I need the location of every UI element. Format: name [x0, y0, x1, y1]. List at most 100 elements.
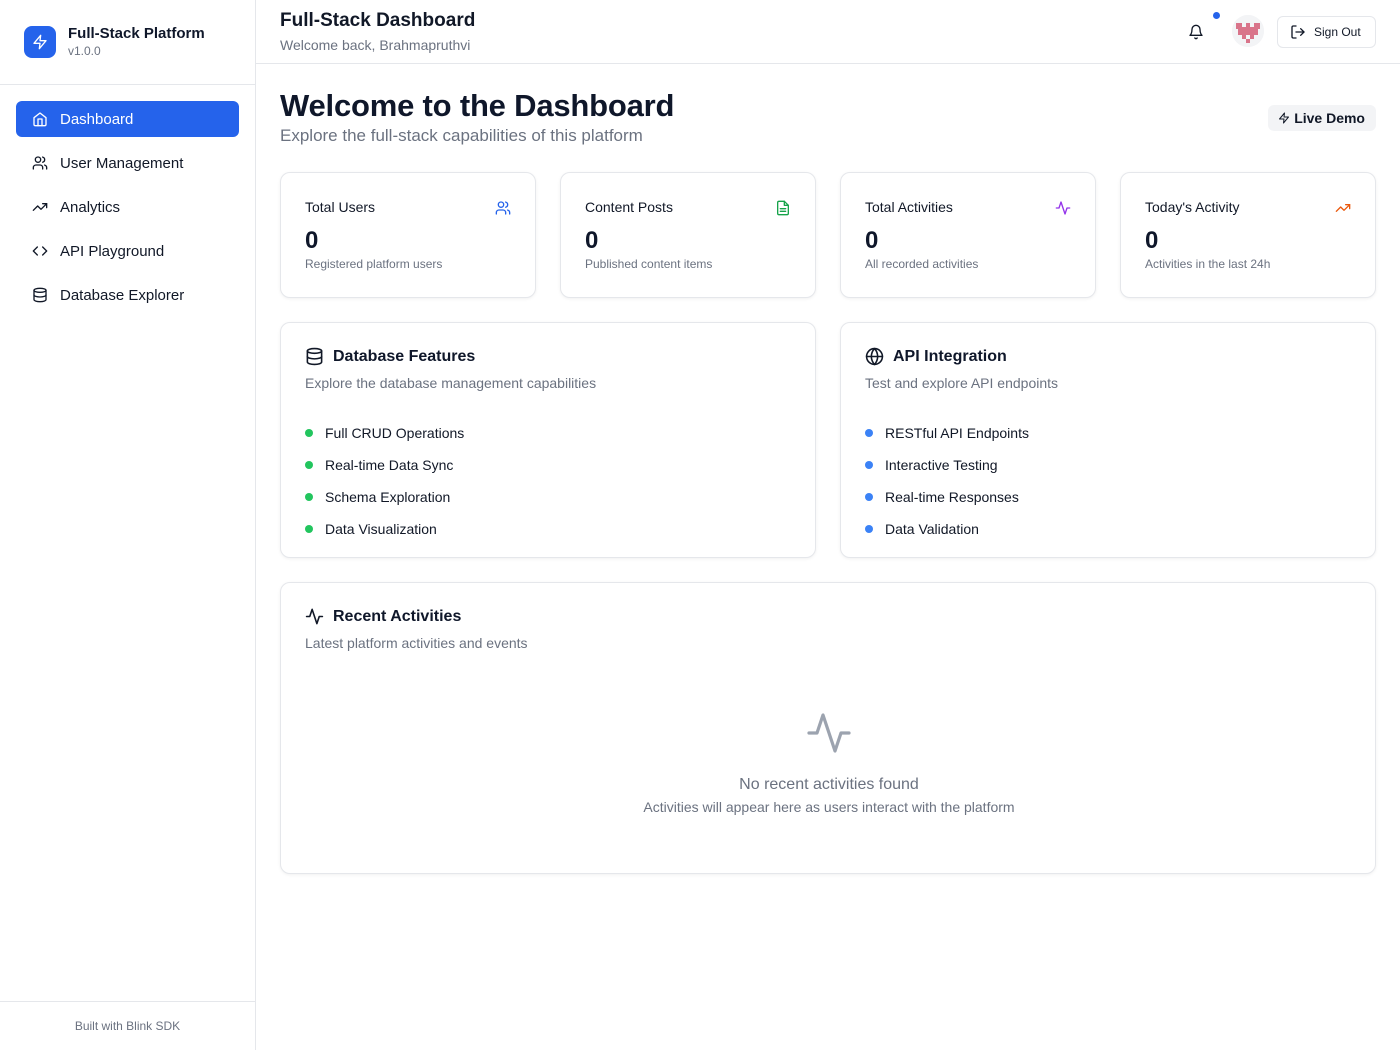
- bell-icon[interactable]: [1186, 22, 1206, 42]
- sidebar-nav: Dashboard User Management Analytics API …: [0, 85, 255, 337]
- globe-icon: [865, 347, 893, 366]
- stat-value: 0: [305, 227, 319, 254]
- activity-icon: [305, 607, 333, 626]
- bullet-dot: [305, 461, 313, 469]
- list-item-label: RESTful API Endpoints: [885, 425, 1029, 441]
- card-title: Recent Activities: [333, 607, 462, 625]
- sidebar-item-label: Dashboard: [60, 110, 134, 128]
- home-icon: [32, 111, 48, 127]
- activity-icon: [805, 709, 853, 757]
- empty-state-title: No recent activities found: [739, 776, 919, 793]
- database-icon: [32, 287, 48, 303]
- stat-description: Registered platform users: [305, 257, 443, 271]
- file-text-icon: [775, 200, 791, 216]
- feature-list: RESTful API Endpoints Interactive Testin…: [865, 417, 1029, 545]
- bullet-dot: [305, 429, 313, 437]
- brand-name: Full-Stack Platform: [68, 25, 205, 42]
- list-item-label: Data Validation: [885, 521, 979, 537]
- bullet-dot: [305, 525, 313, 533]
- bullet-dot: [865, 429, 873, 437]
- page-subtitle: Explore the full-stack capabilities of t…: [280, 126, 643, 145]
- stat-description: Published content items: [585, 257, 713, 271]
- users-icon: [32, 155, 48, 171]
- sidebar-item-label: API Playground: [60, 242, 165, 260]
- sidebar-item-dashboard[interactable]: Dashboard: [16, 101, 239, 137]
- sidebar-item-user-management[interactable]: User Management: [16, 145, 239, 181]
- live-demo-badge: Live Demo: [1268, 105, 1376, 131]
- bullet-dot: [865, 493, 873, 501]
- zap-icon: [1278, 112, 1294, 124]
- trending-up-icon: [1335, 200, 1351, 216]
- bullet-dot: [865, 525, 873, 533]
- card-header: Database Features: [305, 347, 475, 366]
- header-subtitle: Welcome back, Brahmapruthvi: [280, 37, 471, 53]
- list-item: Interactive Testing: [865, 449, 1029, 481]
- database-features-card: Database Features Explore the database m…: [280, 322, 816, 558]
- bullet-dot: [305, 493, 313, 501]
- sidebar-item-analytics[interactable]: Analytics: [16, 189, 239, 225]
- sidebar-item-api-playground[interactable]: API Playground: [16, 233, 239, 269]
- card-title: API Integration: [893, 347, 1007, 365]
- list-item-label: Real-time Responses: [885, 489, 1019, 505]
- stat-card-content-posts: Content Posts 0 Published content items: [560, 172, 816, 298]
- list-item-label: Interactive Testing: [885, 457, 998, 473]
- stat-card-todays-activity: Today's Activity 0 Activities in the las…: [1120, 172, 1376, 298]
- list-item-label: Full CRUD Operations: [325, 425, 465, 441]
- recent-activities-card: Recent Activities Latest platform activi…: [280, 582, 1376, 874]
- feature-list: Full CRUD Operations Real-time Data Sync…: [305, 417, 464, 545]
- stat-title: Total Activities: [865, 199, 953, 215]
- top-header: Full-Stack Dashboard Welcome back, Brahm…: [256, 0, 1400, 64]
- list-item: Data Visualization: [305, 513, 464, 545]
- card-subtitle: Explore the database management capabili…: [305, 375, 597, 391]
- code-icon: [32, 243, 48, 259]
- activity-icon: [1055, 200, 1071, 216]
- stat-title: Content Posts: [585, 199, 673, 215]
- api-integration-card: API Integration Test and explore API end…: [840, 322, 1376, 558]
- card-header: Recent Activities: [305, 607, 461, 626]
- brand[interactable]: Full-Stack Platform v1.0.0: [0, 0, 255, 85]
- sidebar-item-label: Analytics: [60, 198, 121, 216]
- stat-title: Total Users: [305, 199, 376, 215]
- list-item: Full CRUD Operations: [305, 417, 464, 449]
- notification-dot: [1213, 12, 1220, 19]
- card-header: API Integration: [865, 347, 1007, 366]
- list-item-label: Data Visualization: [325, 521, 437, 537]
- sidebar-item-label: User Management: [60, 154, 184, 172]
- page-title: Welcome to the Dashboard: [280, 88, 675, 123]
- log-out-icon: [1290, 24, 1314, 40]
- empty-state-description: Activities will appear here as users int…: [643, 799, 1015, 815]
- list-item: Data Validation: [865, 513, 1029, 545]
- list-item-label: Schema Exploration: [325, 489, 451, 505]
- list-item: Real-time Data Sync: [305, 449, 464, 481]
- list-item-label: Real-time Data Sync: [325, 457, 454, 473]
- trending-up-icon: [32, 199, 48, 215]
- badge-label: Live Demo: [1294, 110, 1365, 126]
- database-icon: [305, 347, 333, 366]
- sidebar-item-label: Database Explorer: [60, 286, 185, 304]
- stat-description: All recorded activities: [865, 257, 979, 271]
- card-title: Database Features: [333, 347, 476, 365]
- sign-out-label: Sign Out: [1314, 25, 1361, 39]
- stat-value: 0: [865, 227, 879, 254]
- list-item: RESTful API Endpoints: [865, 417, 1029, 449]
- sidebar-footer: Built with Blink SDK: [0, 1001, 255, 1050]
- card-subtitle: Latest platform activities and events: [305, 635, 528, 651]
- stat-description: Activities in the last 24h: [1145, 257, 1271, 271]
- sidebar: Full-Stack Platform v1.0.0 Dashboard Use…: [0, 0, 256, 1050]
- stat-value: 0: [1145, 227, 1159, 254]
- stat-value: 0: [585, 227, 599, 254]
- header-title: Full-Stack Dashboard: [280, 10, 476, 31]
- sidebar-item-database-explorer[interactable]: Database Explorer: [16, 277, 239, 313]
- zap-icon: [24, 26, 56, 58]
- avatar[interactable]: [1232, 15, 1264, 47]
- brand-version: v1.0.0: [68, 44, 101, 58]
- bullet-dot: [865, 461, 873, 469]
- list-item: Real-time Responses: [865, 481, 1029, 513]
- stat-title: Today's Activity: [1145, 199, 1240, 215]
- sign-out-button[interactable]: Sign Out: [1277, 16, 1376, 48]
- card-subtitle: Test and explore API endpoints: [865, 375, 1059, 391]
- stat-card-total-activities: Total Activities 0 All recorded activiti…: [840, 172, 1096, 298]
- list-item: Schema Exploration: [305, 481, 464, 513]
- stat-card-total-users: Total Users 0 Registered platform users: [280, 172, 536, 298]
- users-icon: [495, 200, 511, 216]
